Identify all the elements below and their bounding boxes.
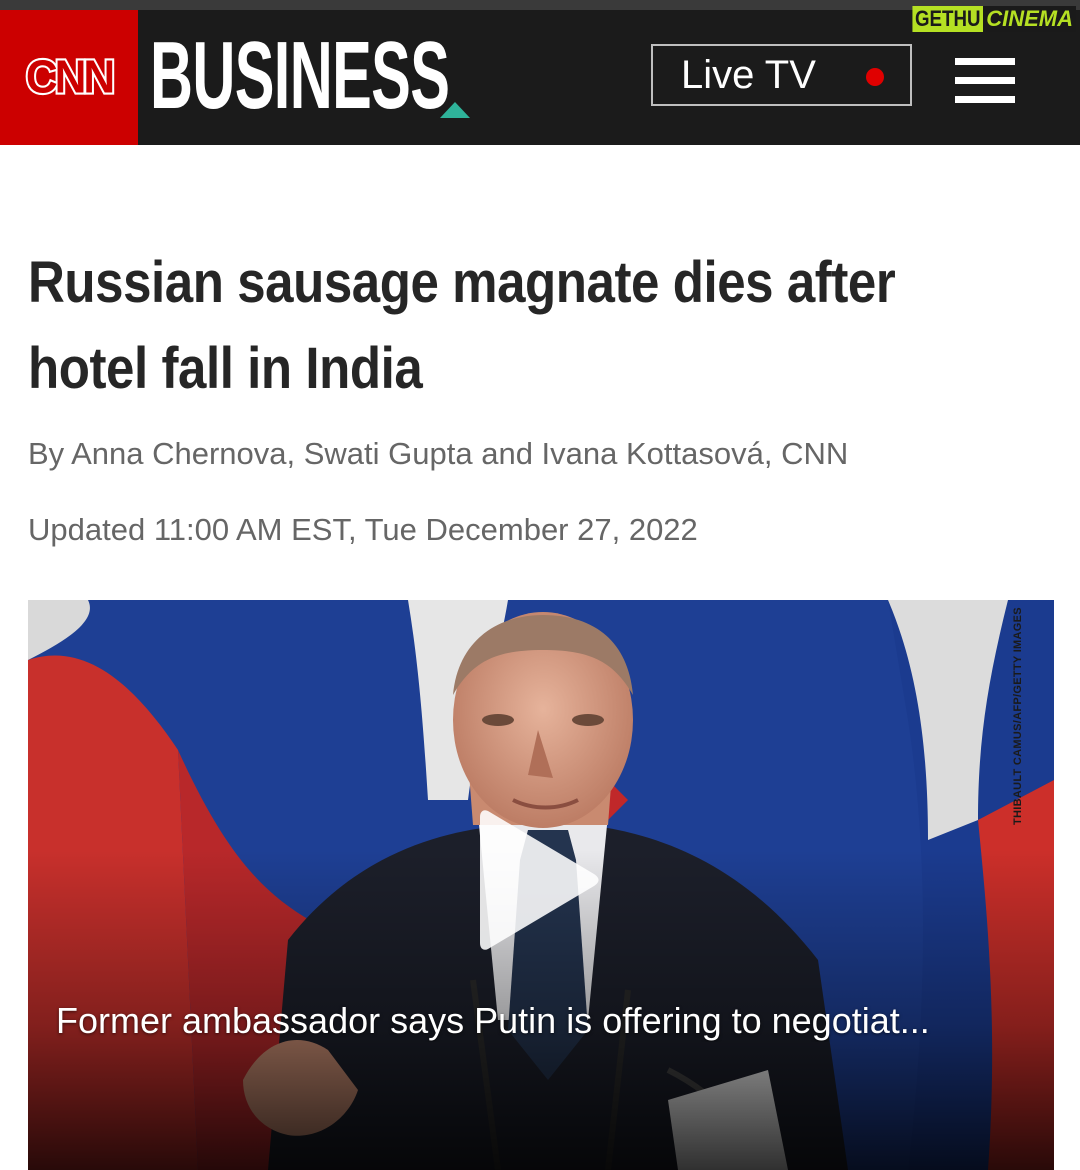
video-caption[interactable]: Former ambassador says Putin is offering… bbox=[56, 1000, 1036, 1042]
watermark-part1: GETHU bbox=[912, 6, 984, 32]
watermark: GETHU CINEMA bbox=[900, 6, 1076, 32]
live-tv-label: Live TV bbox=[681, 53, 816, 97]
article-headline: Russian sausage magnate dies after hotel… bbox=[28, 250, 896, 401]
cnn-logo-text: CNN bbox=[24, 49, 117, 105]
menu-bar bbox=[955, 96, 1015, 103]
play-icon[interactable] bbox=[480, 805, 600, 955]
article-byline: By Anna Chernova, Swati Gupta and Ivana … bbox=[28, 436, 848, 472]
watermark-part2: CINEMA bbox=[983, 6, 1076, 32]
byline-authors[interactable]: By Anna Chernova, Swati Gupta and Ivana … bbox=[28, 436, 848, 471]
cnn-logo[interactable]: CNN bbox=[0, 10, 138, 145]
section-accent-icon bbox=[440, 102, 470, 118]
menu-bar bbox=[955, 77, 1015, 84]
video-player[interactable]: Former ambassador says Putin is offering… bbox=[28, 600, 1054, 1170]
live-dot-icon bbox=[866, 68, 884, 86]
hamburger-menu-icon[interactable] bbox=[955, 58, 1015, 104]
article-timestamp: Updated 11:00 AM EST, Tue December 27, 2… bbox=[28, 512, 698, 547]
section-title[interactable]: BUSINESS bbox=[150, 28, 450, 124]
live-tv-button[interactable]: Live TV bbox=[651, 44, 912, 106]
menu-bar bbox=[955, 58, 1015, 65]
page: CNN BUSINESS Live TV GETHU CINEMA Russia… bbox=[0, 0, 1080, 1170]
photo-credit: THIBAULT CAMUS/AFP/GETTY IMAGES bbox=[1012, 607, 1024, 825]
